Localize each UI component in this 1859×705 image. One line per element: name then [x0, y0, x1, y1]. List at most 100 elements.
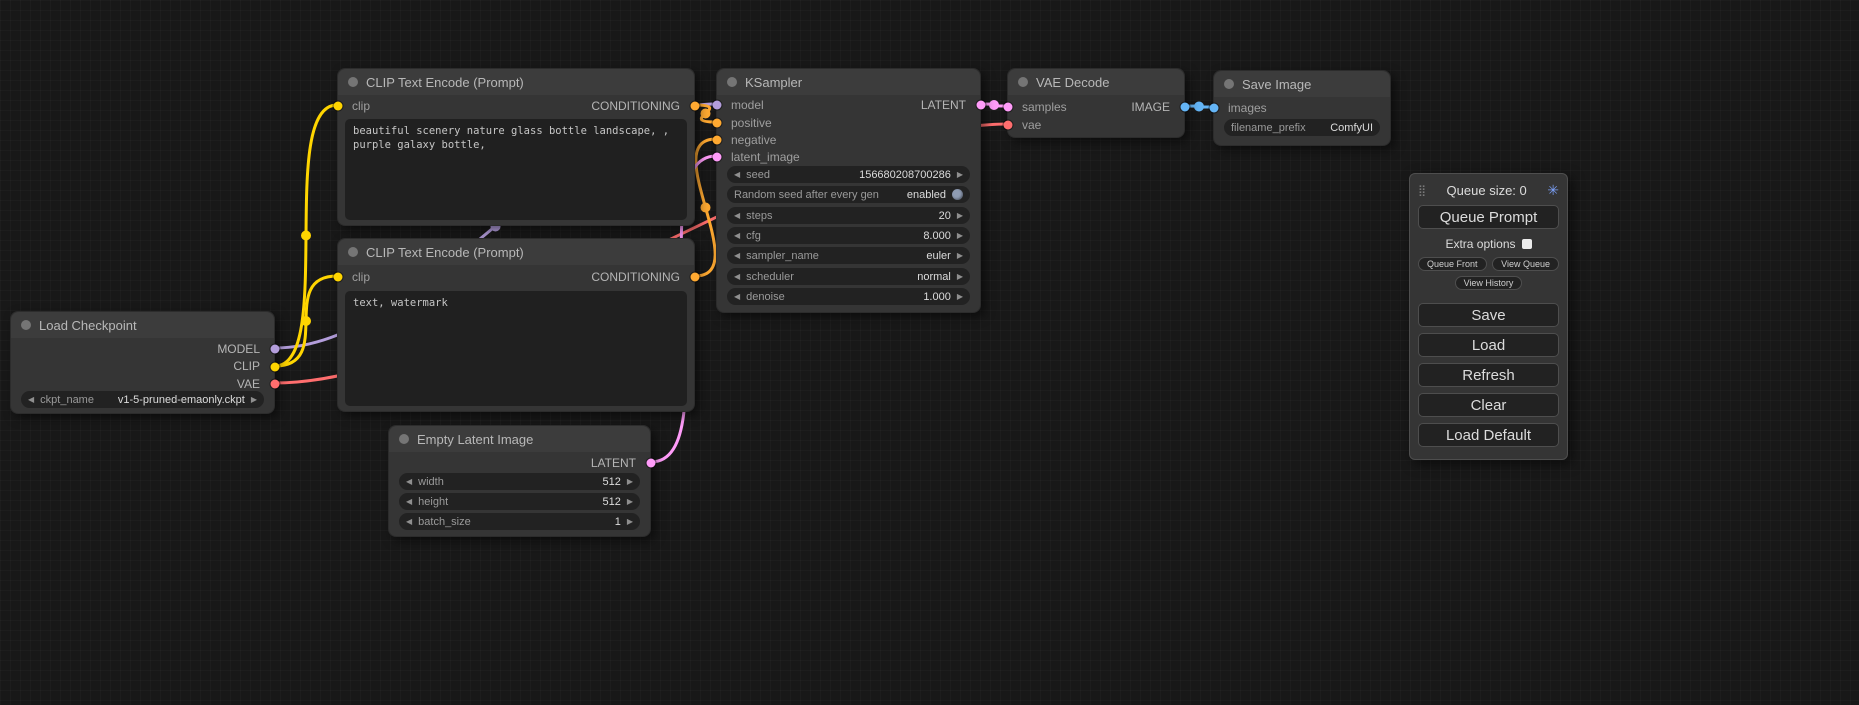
- increment-arrow-icon[interactable]: ▶: [957, 252, 963, 260]
- output-port-vae[interactable]: [271, 380, 280, 389]
- decrement-arrow-icon[interactable]: ◀: [734, 232, 740, 240]
- node-header[interactable]: Empty Latent Image: [389, 426, 650, 452]
- toggle-knob-icon[interactable]: [952, 189, 963, 200]
- input-port-clip[interactable]: [334, 273, 343, 282]
- collapse-dot-icon[interactable]: [348, 77, 358, 87]
- increment-arrow-icon[interactable]: ▶: [627, 498, 633, 506]
- extra-options-checkbox[interactable]: [1522, 239, 1532, 249]
- queue-menu-panel[interactable]: ⣿ Queue size: 0 ✳ Queue Prompt Extra opt…: [1409, 173, 1568, 460]
- queue-front-button[interactable]: Queue Front: [1418, 257, 1487, 271]
- input-port-latent-image[interactable]: [713, 153, 722, 162]
- input-port-clip[interactable]: [334, 102, 343, 111]
- output-port-latent[interactable]: [977, 101, 986, 110]
- widget-label: steps: [746, 210, 772, 222]
- decrement-arrow-icon[interactable]: ◀: [406, 518, 412, 526]
- input-label-clip: clip: [352, 269, 370, 286]
- widget-sampler-name[interactable]: ◀ sampler_name euler ▶: [727, 247, 970, 264]
- input-port-negative[interactable]: [713, 136, 722, 145]
- node-header[interactable]: CLIP Text Encode (Prompt): [338, 69, 694, 95]
- output-port-conditioning[interactable]: [691, 102, 700, 111]
- output-port-model[interactable]: [271, 345, 280, 354]
- output-port-image[interactable]: [1181, 103, 1190, 112]
- decrement-arrow-icon[interactable]: ◀: [734, 212, 740, 220]
- view-queue-button[interactable]: View Queue: [1492, 257, 1559, 271]
- widget-batch-size[interactable]: ◀ batch_size 1 ▶: [399, 513, 640, 530]
- decrement-arrow-icon[interactable]: ◀: [28, 396, 34, 404]
- widget-value: 1.000: [923, 291, 951, 303]
- refresh-button[interactable]: Refresh: [1418, 363, 1559, 387]
- increment-arrow-icon[interactable]: ▶: [957, 171, 963, 179]
- decrement-arrow-icon[interactable]: ◀: [406, 478, 412, 486]
- save-button[interactable]: Save: [1418, 303, 1559, 327]
- node-vae-decode[interactable]: VAE Decode samples vae IMAGE: [1007, 68, 1185, 138]
- widget-cfg[interactable]: ◀ cfg 8.000 ▶: [727, 227, 970, 244]
- node-clip-text-encode-negative[interactable]: CLIP Text Encode (Prompt) clip CONDITION…: [337, 238, 695, 412]
- widget-label: seed: [746, 169, 770, 181]
- collapse-dot-icon[interactable]: [21, 320, 31, 330]
- wire-midpoint-dot: [301, 231, 311, 241]
- decrement-arrow-icon[interactable]: ◀: [734, 273, 740, 281]
- wire-midpoint-dot: [989, 100, 999, 110]
- input-port-samples[interactable]: [1004, 103, 1013, 112]
- widget-random-seed[interactable]: Random seed after every gen enabled: [727, 186, 970, 203]
- decrement-arrow-icon[interactable]: ◀: [734, 171, 740, 179]
- widget-denoise[interactable]: ◀ denoise 1.000 ▶: [727, 288, 970, 305]
- widget-ckpt-name[interactable]: ◀ ckpt_name v1-5-pruned-emaonly.ckpt ▶: [21, 391, 264, 408]
- load-button[interactable]: Load: [1418, 333, 1559, 357]
- increment-arrow-icon[interactable]: ▶: [957, 273, 963, 281]
- widget-width[interactable]: ◀ width 512 ▶: [399, 473, 640, 490]
- decrement-arrow-icon[interactable]: ◀: [734, 293, 740, 301]
- output-port-latent[interactable]: [647, 459, 656, 468]
- node-title: VAE Decode: [1036, 75, 1109, 90]
- increment-arrow-icon[interactable]: ▶: [957, 232, 963, 240]
- input-port-images[interactable]: [1210, 104, 1219, 113]
- output-port-conditioning[interactable]: [691, 273, 700, 282]
- increment-arrow-icon[interactable]: ▶: [627, 518, 633, 526]
- node-header[interactable]: Save Image: [1214, 71, 1390, 97]
- queue-prompt-button[interactable]: Queue Prompt: [1418, 205, 1559, 229]
- decrement-arrow-icon[interactable]: ◀: [734, 252, 740, 260]
- increment-arrow-icon[interactable]: ▶: [627, 478, 633, 486]
- view-history-button[interactable]: View History: [1455, 276, 1523, 290]
- collapse-dot-icon[interactable]: [348, 247, 358, 257]
- graph-canvas[interactable]: { "canvas": {"width": 1859, "height": 70…: [0, 0, 1859, 705]
- node-header[interactable]: Load Checkpoint: [11, 312, 274, 338]
- drag-handle-icon[interactable]: ⣿: [1418, 184, 1426, 197]
- prompt-textarea[interactable]: text, watermark: [345, 291, 687, 406]
- collapse-dot-icon[interactable]: [727, 77, 737, 87]
- input-port-vae[interactable]: [1004, 121, 1013, 130]
- collapse-dot-icon[interactable]: [399, 434, 409, 444]
- node-header[interactable]: KSampler: [717, 69, 980, 95]
- node-save-image[interactable]: Save Image images filename_prefix ComfyU…: [1213, 70, 1391, 146]
- node-load-checkpoint[interactable]: Load Checkpoint MODEL CLIP VAE ◀ ckpt_na…: [10, 311, 275, 414]
- widget-value: ComfyUI: [1330, 122, 1373, 134]
- node-empty-latent-image[interactable]: Empty Latent Image LATENT ◀ width 512 ▶ …: [388, 425, 651, 537]
- input-port-model[interactable]: [713, 101, 722, 110]
- node-header[interactable]: CLIP Text Encode (Prompt): [338, 239, 694, 265]
- increment-arrow-icon[interactable]: ▶: [957, 293, 963, 301]
- node-clip-text-encode-positive[interactable]: CLIP Text Encode (Prompt) clip CONDITION…: [337, 68, 695, 226]
- widget-label: filename_prefix: [1231, 122, 1306, 134]
- widget-value: 156680208700286: [859, 169, 951, 181]
- input-label-images: images: [1228, 100, 1267, 117]
- widget-height[interactable]: ◀ height 512 ▶: [399, 493, 640, 510]
- clear-button[interactable]: Clear: [1418, 393, 1559, 417]
- prompt-textarea[interactable]: beautiful scenery nature glass bottle la…: [345, 119, 687, 220]
- node-ksampler[interactable]: KSampler model positive negative latent_…: [716, 68, 981, 313]
- decrement-arrow-icon[interactable]: ◀: [406, 498, 412, 506]
- input-port-positive[interactable]: [713, 119, 722, 128]
- widget-steps[interactable]: ◀ steps 20 ▶: [727, 207, 970, 224]
- increment-arrow-icon[interactable]: ▶: [957, 212, 963, 220]
- widget-seed[interactable]: ◀ seed 156680208700286 ▶: [727, 166, 970, 183]
- load-default-button[interactable]: Load Default: [1418, 423, 1559, 447]
- node-header[interactable]: VAE Decode: [1008, 69, 1184, 95]
- widget-scheduler[interactable]: ◀ scheduler normal ▶: [727, 268, 970, 285]
- input-label-negative: negative: [731, 132, 776, 149]
- increment-arrow-icon[interactable]: ▶: [251, 396, 257, 404]
- output-label-model: MODEL: [217, 341, 260, 358]
- widget-filename-prefix[interactable]: filename_prefix ComfyUI: [1224, 119, 1380, 136]
- output-port-clip[interactable]: [271, 363, 280, 372]
- collapse-dot-icon[interactable]: [1224, 79, 1234, 89]
- collapse-dot-icon[interactable]: [1018, 77, 1028, 87]
- settings-gear-icon[interactable]: ✳: [1547, 182, 1559, 199]
